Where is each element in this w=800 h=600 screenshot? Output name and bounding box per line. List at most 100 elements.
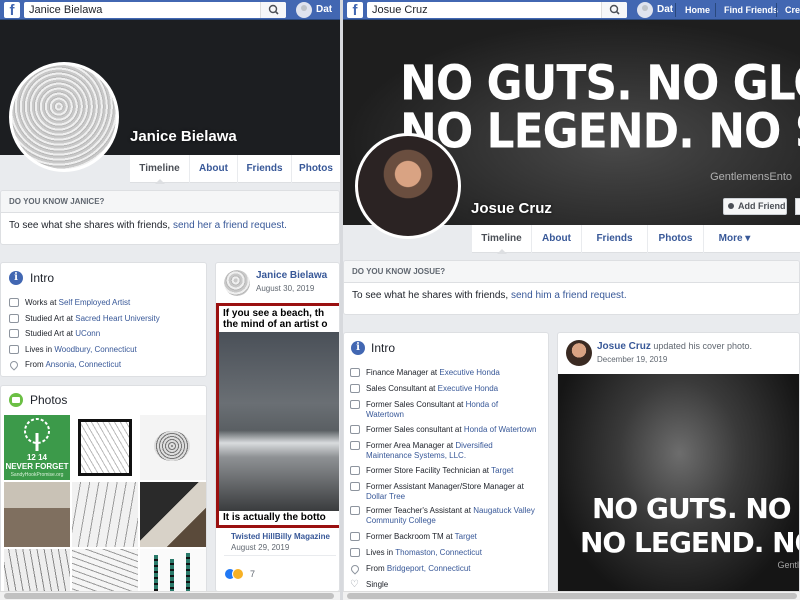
meme-top-text: If you see a beach, th the mind of an ar… xyxy=(219,306,339,332)
right-profile-window: f Dat Home Find Friends Cre NO GUTS. NO … xyxy=(343,0,800,600)
search-input[interactable] xyxy=(24,2,286,18)
profile-tabs: Timeline About Friends Photos More ▾ xyxy=(471,225,800,254)
intro-item: Former Assistant Manager/Store Manager a… xyxy=(350,482,540,502)
photo-thumbnail[interactable] xyxy=(140,415,206,480)
heart-icon xyxy=(350,580,360,589)
post-date[interactable]: December 19, 2019 xyxy=(597,355,667,364)
tab-photos[interactable]: Photos xyxy=(291,155,340,183)
post-author[interactable]: Josue Cruz xyxy=(597,341,651,352)
intro-item: Sales Consultant at Executive Honda xyxy=(350,384,540,394)
search-button[interactable] xyxy=(601,2,627,18)
user-profile-link[interactable]: Dat xyxy=(296,2,332,18)
intro-item: From Ansonia, Connecticut xyxy=(8,359,121,371)
profile-name[interactable]: Josue Cruz xyxy=(471,200,552,217)
briefcase-icon xyxy=(350,482,360,491)
intro-item: Former Store Facility Technician at Targ… xyxy=(350,466,540,476)
profile-picture[interactable] xyxy=(355,133,461,239)
avatar[interactable] xyxy=(566,340,592,366)
info-icon xyxy=(351,341,365,355)
tab-photos[interactable]: Photos xyxy=(647,225,703,253)
cover-line-2: NO LEGEND. NO STOR xyxy=(400,103,800,160)
search-button[interactable] xyxy=(260,2,286,18)
photos-title[interactable]: Photos xyxy=(30,393,67,407)
tab-friends[interactable]: Friends xyxy=(237,155,291,183)
location-pin-icon xyxy=(8,359,20,371)
photo-thumbnail[interactable] xyxy=(140,482,206,547)
briefcase-icon xyxy=(350,400,360,409)
tab-about[interactable]: About xyxy=(531,225,581,253)
facebook-logo-icon[interactable]: f xyxy=(4,2,20,18)
tab-about[interactable]: About xyxy=(189,155,237,183)
home-icon xyxy=(350,548,360,557)
tree-icon xyxy=(24,418,50,451)
intro-item: Former Backroom TM at Target xyxy=(350,532,540,542)
briefcase-icon xyxy=(350,466,360,475)
haha-icon xyxy=(232,568,244,580)
message-button[interactable] xyxy=(795,198,800,215)
post-card: Josue Cruz updated his cover photo. Dece… xyxy=(557,332,800,600)
facebook-logo-icon[interactable]: f xyxy=(347,2,363,18)
tab-friends[interactable]: Friends xyxy=(581,225,647,253)
photos-card: Photos 12 14 NEVER FORGET SandyHookPromi… xyxy=(0,385,207,600)
post-card: Janice Bielawa August 30, 2019 If you se… xyxy=(215,262,340,592)
post-image[interactable]: NO GUTS. NO GLO NO LEGEND. NO ST Gentl xyxy=(558,374,799,599)
search-bar[interactable] xyxy=(24,2,286,18)
shared-source-link[interactable]: Twisted HillBilly Magazine xyxy=(231,532,330,541)
search-input[interactable] xyxy=(367,2,627,18)
intro-title: Intro xyxy=(30,271,55,285)
send-friend-request-link[interactable]: send her a friend request. xyxy=(173,220,287,231)
nav-home[interactable]: Home xyxy=(685,2,710,18)
photo-thumbnail[interactable] xyxy=(4,482,70,547)
intro-item: Studied Art at Sacred Heart University xyxy=(9,314,160,324)
photo-thumbnail[interactable]: 12 14 NEVER FORGET SandyHookPromise.org xyxy=(4,415,70,480)
profile-tabs: Timeline About Friends Photos xyxy=(129,155,340,184)
send-friend-request-link[interactable]: send him a friend request. xyxy=(511,290,627,301)
post-image[interactable]: If you see a beach, th the mind of an ar… xyxy=(216,303,339,528)
intro-item: Former Area Manager at Diversified Maint… xyxy=(350,441,510,461)
intro-item: Lives in Thomaston, Connecticut xyxy=(350,548,540,558)
add-friend-button[interactable]: Add Friend xyxy=(723,198,787,215)
nav-find-friends[interactable]: Find Friends xyxy=(724,2,778,18)
graduation-cap-icon xyxy=(9,314,19,323)
friend-request-prompt: DO YOU KNOW JOSUE? To see what he shares… xyxy=(343,260,800,315)
intro-item: Studied Art at UConn xyxy=(9,329,100,339)
briefcase-icon xyxy=(9,298,19,307)
reactions[interactable] xyxy=(224,568,246,580)
friend-request-prompt: DO YOU KNOW JANICE? To see what she shar… xyxy=(0,190,340,245)
photo-thumbnail[interactable] xyxy=(72,482,138,547)
profile-picture[interactable] xyxy=(9,62,119,172)
tab-timeline[interactable]: Timeline xyxy=(471,225,531,254)
intro-item: Lives in Woodbury, Connecticut xyxy=(9,345,137,355)
intro-item: Former Teacher's Assistant at Naugatuck … xyxy=(350,506,540,526)
cover-watermark: GentlemensEnto xyxy=(710,171,792,183)
tab-timeline[interactable]: Timeline xyxy=(129,155,189,184)
briefcase-icon xyxy=(350,506,360,515)
location-pin-icon xyxy=(349,563,361,575)
horizontal-scrollbar[interactable] xyxy=(0,591,340,600)
photo-thumbnail[interactable] xyxy=(72,415,138,480)
top-nav-bar: f Dat xyxy=(0,0,340,20)
search-bar[interactable] xyxy=(367,2,627,18)
user-name: Dat xyxy=(316,4,333,15)
horizontal-scrollbar[interactable] xyxy=(343,591,800,600)
nav-create[interactable]: Cre xyxy=(785,2,800,18)
home-icon xyxy=(9,345,19,354)
intro-card: Intro Works at Self Employed Artist Stud… xyxy=(0,262,207,377)
intro-item: Works at Self Employed Artist xyxy=(9,298,130,308)
post-author[interactable]: Janice Bielawa xyxy=(256,270,327,281)
user-profile-link[interactable]: Dat xyxy=(637,2,673,18)
tab-more[interactable]: More ▾ xyxy=(703,225,765,253)
avatar xyxy=(296,2,312,18)
intro-item: From Bridgeport, Connecticut xyxy=(349,563,540,575)
briefcase-icon xyxy=(350,532,360,541)
avatar[interactable] xyxy=(224,270,250,296)
profile-name[interactable]: Janice Bielawa xyxy=(130,128,237,145)
post-date[interactable]: August 30, 2019 xyxy=(256,284,314,293)
know-text: To see what he shares with friends, send… xyxy=(352,290,627,301)
reaction-count[interactable]: 7 xyxy=(250,569,255,579)
shared-date[interactable]: August 29, 2019 xyxy=(231,543,289,552)
user-name: Dat xyxy=(657,4,674,15)
briefcase-icon xyxy=(350,368,360,377)
top-nav-bar: f Dat Home Find Friends Cre xyxy=(343,0,800,20)
add-friend-label: Add Friend xyxy=(738,201,786,211)
